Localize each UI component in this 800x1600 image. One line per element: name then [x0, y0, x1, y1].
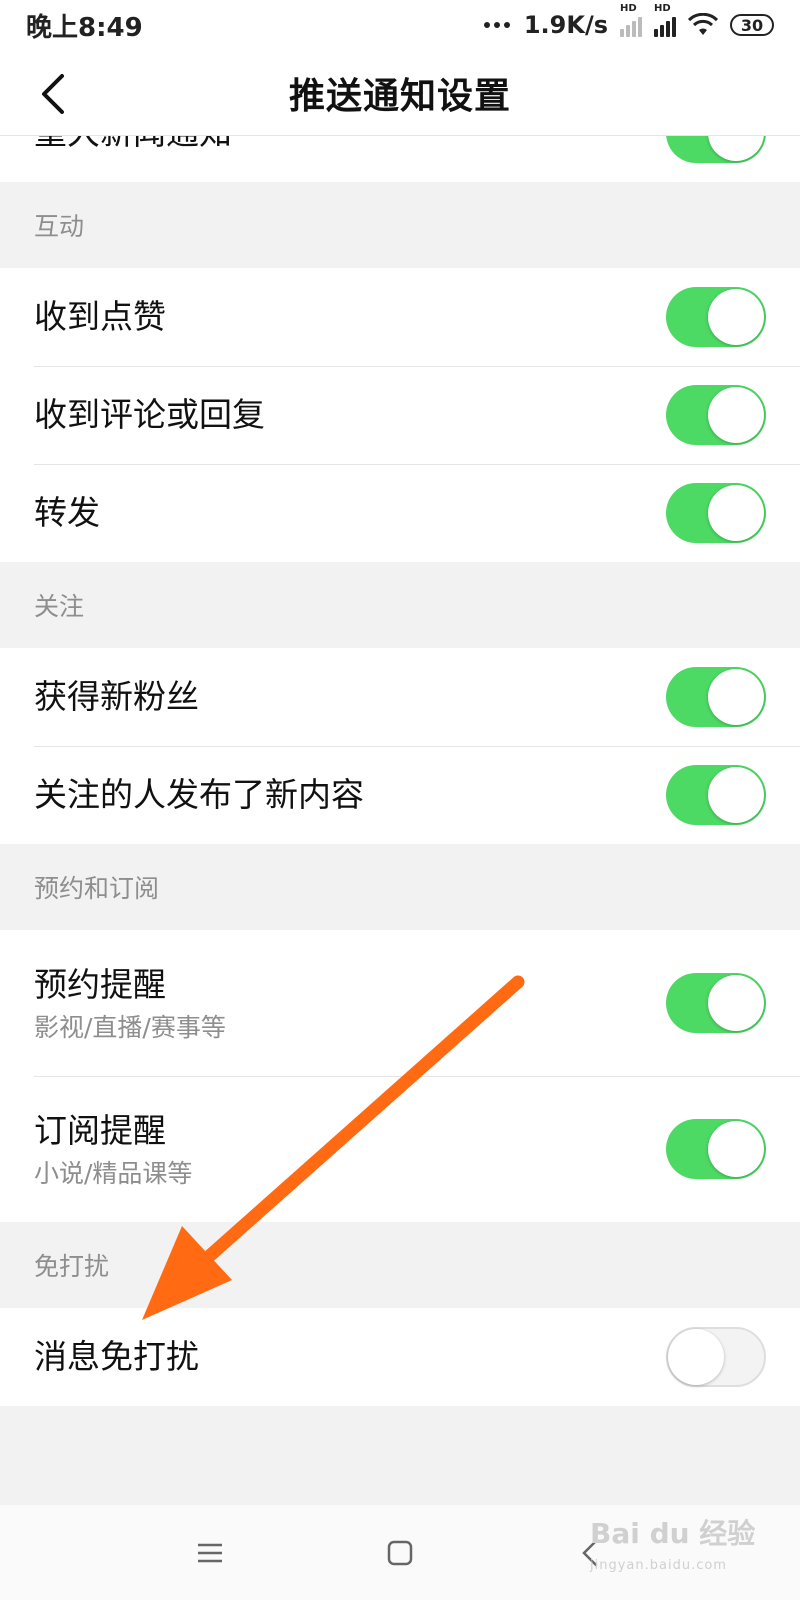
toggle-switch[interactable]	[666, 385, 766, 445]
section-header-follow: 关注	[0, 562, 800, 648]
status-bar: 晚上8:49 1.9K/s HD HD 30	[0, 0, 800, 50]
setting-row-new-fans: 获得新粉丝	[0, 648, 800, 746]
divider	[34, 1076, 800, 1077]
toggle-switch[interactable]	[666, 973, 766, 1033]
section-dnd: 消息免打扰	[0, 1308, 800, 1406]
hd-label: HD	[654, 3, 671, 14]
menu-icon	[198, 1543, 222, 1562]
setting-row-likes: 收到点赞	[0, 268, 800, 366]
setting-row-do-not-disturb: 消息免打扰	[0, 1308, 800, 1406]
battery-icon: 30	[730, 14, 774, 36]
row-text: 重大新闻通知	[34, 136, 232, 155]
settings-list: 重大新闻通知 互动 收到点赞 收到评论或回复	[0, 136, 800, 1406]
divider	[34, 464, 800, 465]
status-right: 1.9K/s HD HD 30	[483, 3, 774, 39]
watermark-text: Bai du 经验	[590, 1517, 756, 1550]
row-text: 订阅提醒 小说/精品课等	[34, 1109, 192, 1189]
home-square-icon	[387, 1540, 413, 1565]
screen: 晚上8:49 1.9K/s HD HD 30 推送通知设置 互动 收到点赞 收到…	[0, 0, 800, 1600]
setting-label: 消息免打扰	[34, 1337, 199, 1376]
setting-row-repost: 转发	[0, 464, 800, 562]
toggle-switch[interactable]	[666, 287, 766, 347]
section-header-interaction: 互动	[0, 182, 800, 268]
section-header-dnd: 免打扰	[0, 1222, 800, 1308]
divider	[34, 746, 800, 747]
toggle-switch[interactable]	[666, 765, 766, 825]
section-top: 重大新闻通知	[0, 136, 800, 182]
row-text: 消息免打扰	[34, 1335, 199, 1379]
section-header-subscribe: 预约和订阅	[0, 844, 800, 930]
toggle-switch[interactable]	[666, 136, 766, 163]
more-dots-icon	[483, 22, 510, 28]
home-button[interactable]	[380, 1533, 420, 1573]
switch-knob	[708, 485, 764, 541]
toggle-switch[interactable]	[666, 667, 766, 727]
setting-row-subscription: 订阅提醒 小说/精品课等	[0, 1076, 800, 1222]
battery-level: 30	[740, 15, 764, 35]
switch-knob	[708, 669, 764, 725]
setting-row-major-news: 重大新闻通知	[0, 136, 800, 182]
section-interaction: 收到点赞 收到评论或回复 转发	[0, 268, 800, 562]
setting-row-reservation: 预约提醒 影视/直播/赛事等	[0, 930, 800, 1076]
switch-knob	[708, 1121, 764, 1177]
setting-sublabel: 影视/直播/赛事等	[34, 1013, 226, 1042]
switch-knob	[708, 975, 764, 1031]
status-time: 晚上8:49	[26, 12, 143, 43]
section-follow: 获得新粉丝 关注的人发布了新内容	[0, 648, 800, 844]
wifi-icon	[688, 13, 718, 35]
page-title: 推送通知设置	[288, 76, 511, 117]
net-speed: 1.9K/s	[523, 11, 608, 39]
nav-bar: 推送通知设置	[0, 50, 800, 136]
setting-label: 订阅提醒	[34, 1111, 166, 1150]
menu-button[interactable]	[190, 1533, 230, 1573]
setting-sublabel: 小说/精品课等	[34, 1159, 193, 1188]
switch-knob	[708, 387, 764, 443]
row-text: 关注的人发布了新内容	[34, 773, 364, 817]
row-text: 收到评论或回复	[34, 393, 265, 437]
row-text: 转发	[34, 491, 100, 535]
switch-knob	[708, 136, 764, 161]
switch-knob	[708, 767, 764, 823]
switch-knob	[708, 289, 764, 345]
divider	[34, 366, 800, 367]
hd-label: HD	[620, 3, 637, 14]
setting-label: 获得新粉丝	[34, 677, 199, 716]
watermark-sub: jingyan.baidu.com	[590, 1558, 727, 1573]
signal-icon-1: HD	[620, 3, 642, 37]
setting-label: 收到点赞	[34, 297, 166, 336]
row-text: 收到点赞	[34, 295, 166, 339]
setting-row-comments: 收到评论或回复	[0, 366, 800, 464]
row-text: 获得新粉丝	[34, 675, 199, 719]
toggle-switch[interactable]	[666, 1119, 766, 1179]
signal-icon-2: HD	[654, 3, 676, 37]
setting-label: 收到评论或回复	[34, 395, 265, 434]
section-subscribe: 预约提醒 影视/直播/赛事等 订阅提醒 小说/精品课等	[0, 930, 800, 1222]
toggle-switch[interactable]	[666, 483, 766, 543]
setting-label: 重大新闻通知	[34, 136, 232, 155]
setting-label: 预约提醒	[34, 965, 166, 1004]
setting-row-followed-new-content: 关注的人发布了新内容	[0, 746, 800, 844]
toggle-switch[interactable]	[666, 1327, 766, 1387]
setting-label: 关注的人发布了新内容	[34, 775, 364, 814]
setting-label: 转发	[34, 493, 100, 532]
row-text: 预约提醒 影视/直播/赛事等	[34, 963, 226, 1043]
baidu-watermark: Bai du 经验 jingyan.baidu.com	[590, 1520, 760, 1580]
switch-knob	[668, 1329, 724, 1385]
